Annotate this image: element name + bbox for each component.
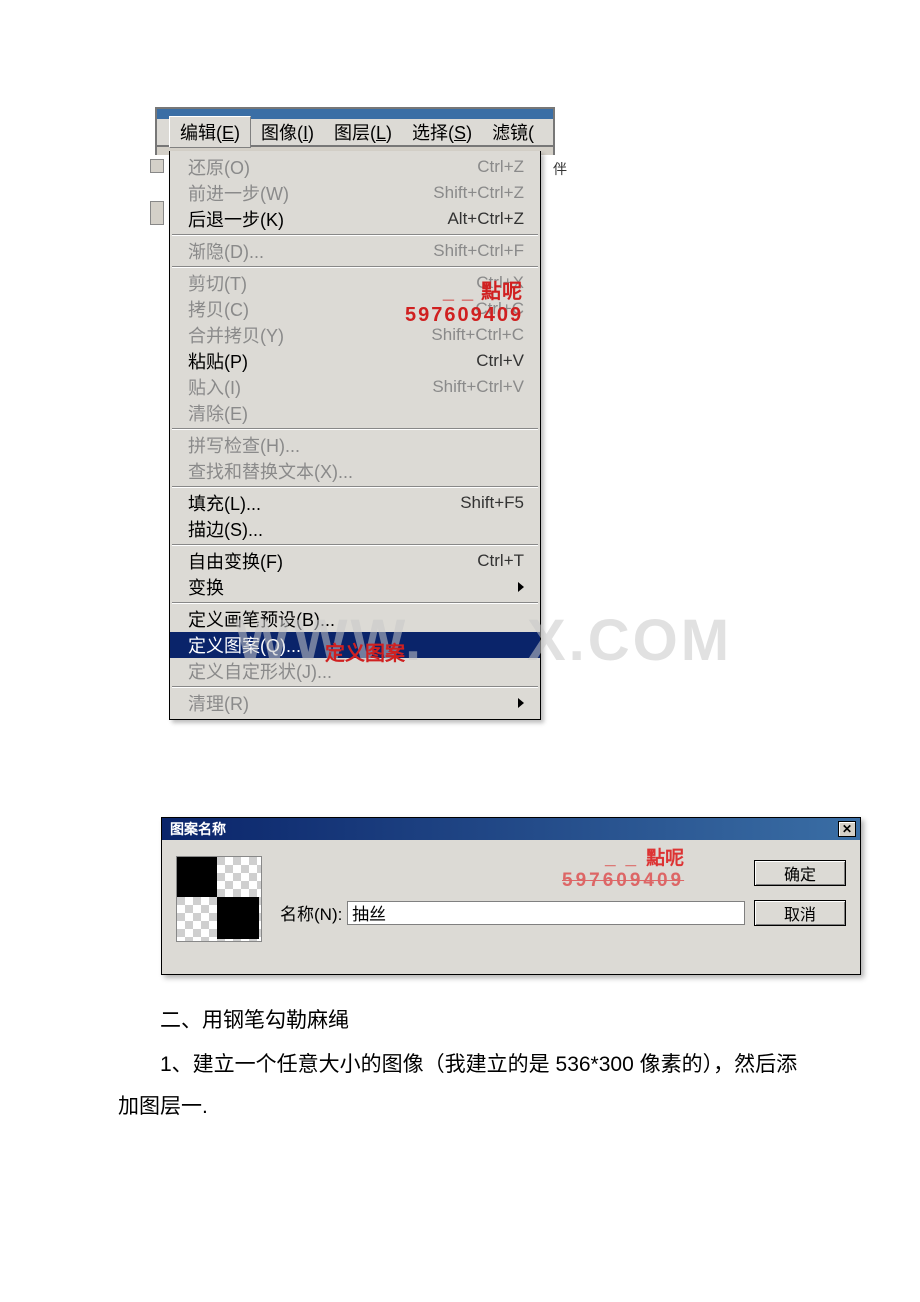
menu-edit[interactable]: 编辑(E) — [169, 116, 251, 148]
menu-item: 查找和替换文本(X)... — [170, 458, 540, 484]
ok-button[interactable]: 确定 — [754, 860, 846, 886]
menu-item: 还原(O)Ctrl+Z — [170, 154, 540, 180]
pattern-name-dialog: 图案名称 ✕ 名称(N): 确定 取消 __點呢 597609409 — [161, 817, 861, 975]
menu-item[interactable]: 自由变换(F)Ctrl+T — [170, 548, 540, 574]
cancel-button[interactable]: 取消 — [754, 900, 846, 926]
menu-separator — [172, 486, 538, 488]
menu-item: 合并拷贝(Y)Shift+Ctrl+C — [170, 322, 540, 348]
menu-item-label: 定义图案(Q)... — [188, 632, 524, 658]
menu-separator — [172, 602, 538, 604]
menu-item-shortcut: Ctrl+C — [475, 299, 524, 319]
menu-item-shortcut: Ctrl+X — [476, 273, 524, 293]
menu-item-label: 清除(E) — [188, 400, 524, 426]
menu-layer[interactable]: 图层(L) — [324, 117, 402, 147]
menu-item-label: 前进一步(W) — [188, 180, 433, 206]
menu-item-label: 合并拷贝(Y) — [188, 322, 431, 348]
menu-item[interactable]: 填充(L)...Shift+F5 — [170, 490, 540, 516]
menu-image[interactable]: 图像(I) — [251, 117, 324, 147]
menu-item-label: 粘贴(P) — [188, 348, 476, 374]
menu-item-label: 定义画笔预设(B)... — [188, 606, 524, 632]
menu-item-label: 变换 — [188, 574, 512, 600]
article-heading-2: 二、用钢笔勾勒麻绳 — [118, 1000, 808, 1042]
menu-item-shortcut: Alt+Ctrl+Z — [447, 209, 524, 229]
menu-separator — [172, 544, 538, 546]
menu-item: 前进一步(W)Shift+Ctrl+Z — [170, 180, 540, 206]
menu-item-shortcut: Shift+Ctrl+Z — [433, 183, 524, 203]
menu-item[interactable]: 后退一步(K)Alt+Ctrl+Z — [170, 206, 540, 232]
menu-item-label: 剪切(T) — [188, 270, 476, 296]
menu-item[interactable]: 定义画笔预设(B)... — [170, 606, 540, 632]
menu-item-shortcut: Shift+F5 — [460, 493, 524, 513]
edit-dropdown: 还原(O)Ctrl+Z前进一步(W)Shift+Ctrl+Z后退一步(K)Alt… — [169, 151, 541, 720]
menu-select[interactable]: 选择(S) — [402, 117, 482, 147]
menu-item[interactable]: 粘贴(P)Ctrl+V — [170, 348, 540, 374]
menu-item-label: 查找和替换文本(X)... — [188, 458, 524, 484]
close-icon[interactable]: ✕ — [838, 821, 856, 837]
menu-separator — [172, 234, 538, 236]
menu-item-shortcut: Shift+Ctrl+V — [432, 377, 524, 397]
menu-item[interactable]: 描边(S)... — [170, 516, 540, 542]
menu-item-shortcut: Shift+Ctrl+C — [431, 325, 524, 345]
menu-item: 拼写检查(H)... — [170, 432, 540, 458]
menu-separator — [172, 266, 538, 268]
toolbar-fragment-left-1 — [150, 159, 164, 173]
article-step-1: 1、建立一个任意大小的图像（我建立的是 536*300 像素的），然后添加图层一… — [118, 1044, 808, 1128]
menu-item[interactable]: 定义图案(Q)... — [170, 632, 540, 658]
menu-item: 拷贝(C)Ctrl+C — [170, 296, 540, 322]
menu-item: 剪切(T)Ctrl+X — [170, 270, 540, 296]
sidebar-fragment-right: 伴 — [553, 159, 563, 179]
article-body: 二、用钢笔勾勒麻绳 1、建立一个任意大小的图像（我建立的是 536*300 像素… — [118, 1000, 808, 1128]
menu-item-label: 自由变换(F) — [188, 548, 477, 574]
menu-item: 清理(R) — [170, 690, 540, 716]
menu-item: 定义自定形状(J)... — [170, 658, 540, 684]
menubar: 编辑(E) 图像(I) 图层(L) 选择(S) 滤镜( — [155, 119, 555, 147]
menu-item-label: 渐隐(D)... — [188, 238, 433, 264]
chevron-right-icon — [518, 582, 524, 592]
dialog-titlebar: 图案名称 ✕ — [162, 818, 860, 840]
menu-item: 清除(E) — [170, 400, 540, 426]
menu-item-label: 还原(O) — [188, 154, 477, 180]
menu-item-label: 后退一步(K) — [188, 206, 447, 232]
chevron-right-icon — [518, 698, 524, 708]
menu-separator — [172, 428, 538, 430]
dialog-title-text: 图案名称 — [170, 819, 838, 839]
menu-separator — [172, 686, 538, 688]
menu-item-label: 贴入(I) — [188, 374, 432, 400]
menu-item: 贴入(I)Shift+Ctrl+V — [170, 374, 540, 400]
menu-item-label: 填充(L)... — [188, 490, 460, 516]
menu-item-label: 拼写检查(H)... — [188, 432, 524, 458]
pattern-preview — [176, 856, 262, 942]
watermark-background-right: X.COM — [527, 607, 732, 674]
screenshot-edit-menu: 编辑(E) 图像(I) 图层(L) 选择(S) 滤镜( 伴 还原(O)Ctrl+… — [155, 107, 555, 155]
toolbar-fragment-left-2 — [150, 201, 164, 225]
menu-item-label: 定义自定形状(J)... — [188, 658, 524, 684]
menu-item-shortcut: Ctrl+T — [477, 551, 524, 571]
menu-filter[interactable]: 滤镜( — [482, 117, 544, 147]
menu-item-label: 清理(R) — [188, 690, 512, 716]
name-field-label: 名称(N): — [280, 900, 342, 925]
menu-item-shortcut: Ctrl+Z — [477, 157, 524, 177]
menu-item-label: 描边(S)... — [188, 516, 524, 542]
menu-item-label: 拷贝(C) — [188, 296, 475, 322]
menu-item-shortcut: Ctrl+V — [476, 351, 524, 371]
menu-item[interactable]: 变换 — [170, 574, 540, 600]
menu-item: 渐隐(D)...Shift+Ctrl+F — [170, 238, 540, 264]
pattern-name-input[interactable] — [347, 901, 745, 925]
menu-item-shortcut: Shift+Ctrl+F — [433, 241, 524, 261]
